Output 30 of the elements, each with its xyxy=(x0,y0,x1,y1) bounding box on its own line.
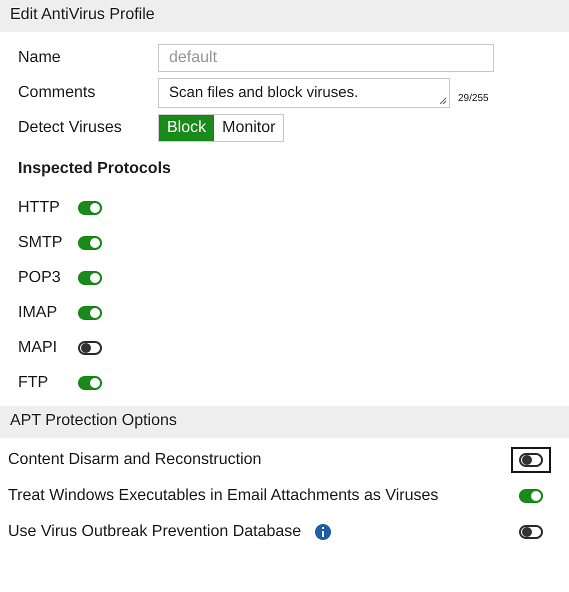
toggle-switch[interactable] xyxy=(519,489,543,503)
protocol-label: IMAP xyxy=(18,304,58,322)
window-title: Edit AntiVirus Profile xyxy=(0,0,569,32)
toggle-switch[interactable] xyxy=(78,236,102,250)
protocol-label: POP3 xyxy=(18,268,62,286)
option-label: Treat Windows Executables in Email Attachments as Viruses xyxy=(8,487,438,505)
mode-button[interactable]: Block xyxy=(159,115,214,141)
toggle-switch[interactable] xyxy=(519,525,543,539)
toggle-switch[interactable] xyxy=(78,306,102,320)
toggle-switch[interactable] xyxy=(519,453,543,467)
toggle-switch[interactable] xyxy=(78,340,102,354)
field-label: Detect Viruses xyxy=(18,119,123,137)
protocol-label: HTTP xyxy=(18,198,61,216)
toggle-switch[interactable] xyxy=(78,270,102,284)
option-label: Content Disarm and Reconstruction xyxy=(8,451,262,469)
resize-grip-icon[interactable] xyxy=(439,97,447,105)
toggle-switch[interactable] xyxy=(78,376,102,390)
comments-field[interactable]: Scan files and block viruses. xyxy=(158,78,450,108)
protocol-label: MAPI xyxy=(18,338,58,356)
character-count: 29/255 xyxy=(458,92,489,104)
section-heading: APT Protection Options xyxy=(0,406,569,438)
name-field[interactable]: default xyxy=(158,44,494,72)
toggle-switch[interactable] xyxy=(78,200,102,214)
field-label: Name xyxy=(18,49,62,67)
protocol-label: SMTP xyxy=(18,234,64,252)
protocol-label: FTP xyxy=(18,374,50,392)
section-heading: Inspected Protocols xyxy=(18,160,172,178)
option-label: Use Virus Outbreak Prevention Database xyxy=(8,523,302,541)
field-label: Comments xyxy=(18,84,96,102)
info-icon[interactable] xyxy=(315,524,332,540)
